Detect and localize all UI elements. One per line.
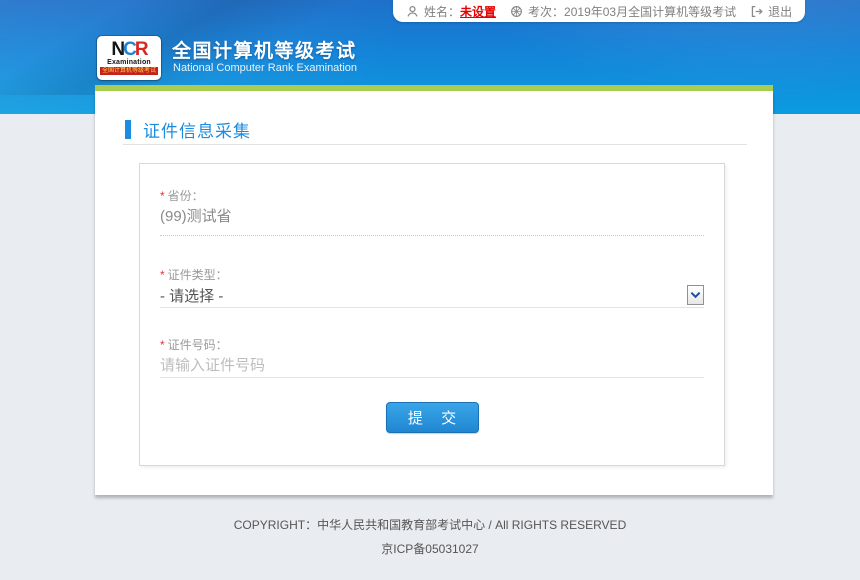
section-header: 证件信息采集 — [125, 117, 251, 142]
user-bar: 姓名： 未设置 考次： 2019年03月全国计算机等级考试 退出 — [393, 0, 805, 22]
page-footer: COPYRIGHT：中华人民共和国教育部考试中心 / All RIGHTS RE… — [0, 516, 860, 557]
logout-icon[interactable] — [750, 5, 763, 18]
field-id-type: *证件类型： - 请选择 - — [160, 236, 704, 308]
id-type-selected-value[interactable]: - 请选择 - — [160, 285, 223, 306]
user-icon — [406, 5, 419, 18]
copyright-text: COPYRIGHT：中华人民共和国教育部考试中心 / All RIGHTS RE… — [0, 516, 860, 533]
form-card: *省份： (99)测试省 *证件类型： - 请选择 - *证件号码： 提 交 — [139, 163, 725, 466]
name-value-link[interactable]: 未设置 — [460, 3, 496, 20]
ncre-logo-examination: Examination — [107, 58, 151, 67]
id-type-select[interactable]: - 请选择 - — [160, 283, 704, 307]
required-asterisk: * — [160, 268, 165, 282]
session-label: 考次： — [528, 3, 564, 20]
id-number-input[interactable] — [160, 353, 704, 377]
field-id-number: *证件号码： — [160, 308, 704, 378]
site-title-en: National Computer Rank Examination — [173, 62, 357, 74]
ncre-logo: NCR Examination 全国计算机等级考试 — [97, 36, 161, 80]
ncre-logo-strip: 全国计算机等级考试 — [100, 67, 158, 75]
chevron-down-icon[interactable] — [687, 285, 704, 305]
section-divider — [123, 144, 747, 145]
section-title-bar — [125, 120, 131, 139]
section-title: 证件信息采集 — [143, 117, 251, 142]
province-label: *省份： — [160, 189, 704, 204]
id-number-label: *证件号码： — [160, 338, 704, 353]
session-value: 2019年03月全国计算机等级考试 — [564, 3, 736, 20]
icp-number: 京ICP备05031027 — [0, 540, 860, 557]
site-title-cn: 全国计算机等级考试 — [172, 36, 357, 63]
content-panel: 证件信息采集 *省份： (99)测试省 *证件类型： - 请选择 - *证件号码… — [95, 91, 773, 495]
required-asterisk: * — [160, 338, 165, 352]
name-label: 姓名： — [424, 3, 460, 20]
id-type-label: *证件类型： — [160, 268, 704, 283]
ncre-logo-letters: NCR — [111, 42, 146, 58]
logout-link[interactable]: 退出 — [768, 3, 792, 20]
required-asterisk: * — [160, 189, 165, 203]
field-province: *省份： (99)测试省 — [160, 164, 704, 236]
province-value: (99)测试省 — [160, 204, 704, 235]
submit-button[interactable]: 提 交 — [386, 402, 479, 433]
session-icon — [510, 5, 523, 18]
